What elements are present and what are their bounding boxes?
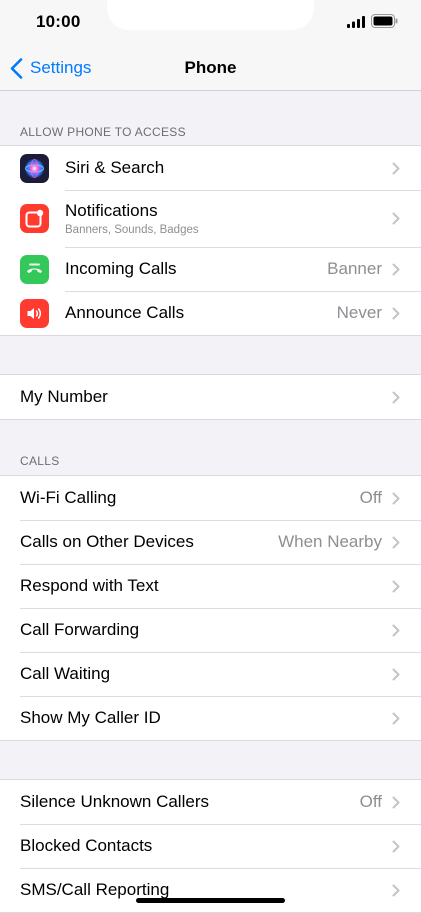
row-label: Wi-Fi Calling <box>20 488 117 507</box>
row-my-number[interactable]: My Number <box>0 375 421 419</box>
row-label: Blocked Contacts <box>20 836 153 855</box>
group-allow-access: Siri & Search Notifications Banners, Sou… <box>0 145 421 336</box>
chevron-right-icon <box>392 580 400 592</box>
chevron-right-icon <box>392 212 400 225</box>
row-show-my-caller-id[interactable]: Show My Caller ID <box>0 696 421 740</box>
chevron-right-icon <box>392 884 400 896</box>
row-label: Incoming Calls <box>65 259 177 278</box>
row-calls-on-other-devices[interactable]: Calls on Other Devices When Nearby <box>0 520 421 564</box>
row-sms-call-reporting[interactable]: SMS/Call Reporting <box>0 868 421 912</box>
row-label: Announce Calls <box>65 303 185 322</box>
chevron-right-icon <box>392 162 400 174</box>
row-label: SMS/Call Reporting <box>20 880 170 899</box>
group-blocking: Silence Unknown Callers Off Blocked Cont… <box>0 779 421 913</box>
cellular-signal-icon <box>347 16 365 28</box>
row-label: Siri & Search <box>65 158 165 177</box>
row-incoming-calls[interactable]: Incoming Calls Banner <box>0 247 421 291</box>
chevron-right-icon <box>392 307 400 319</box>
chevron-right-icon <box>392 263 400 275</box>
notch <box>107 0 314 30</box>
row-value: Never <box>336 303 382 322</box>
row-value: Off <box>359 792 382 811</box>
row-announce-calls[interactable]: Announce Calls Never <box>0 291 421 335</box>
row-label: Calls on Other Devices <box>20 532 194 551</box>
navigation-bar: Settings Phone <box>0 46 421 91</box>
row-silence-unknown-callers[interactable]: Silence Unknown Callers Off <box>0 780 421 824</box>
row-label: Notifications <box>65 201 158 220</box>
row-label: Respond with Text <box>20 576 159 595</box>
row-value: Off <box>359 488 382 507</box>
section-header-allow-access: ALLOW PHONE TO ACCESS <box>20 125 186 139</box>
incoming-calls-icon <box>20 254 49 284</box>
row-label: Silence Unknown Callers <box>20 792 209 811</box>
siri-icon <box>20 153 49 183</box>
row-call-forwarding[interactable]: Call Forwarding <box>0 608 421 652</box>
row-siri-search[interactable]: Siri & Search <box>0 146 421 190</box>
row-notifications[interactable]: Notifications Banners, Sounds, Badges <box>0 190 421 247</box>
home-indicator[interactable] <box>136 898 285 903</box>
row-call-waiting[interactable]: Call Waiting <box>0 652 421 696</box>
chevron-right-icon <box>392 391 400 403</box>
status-bar: 10:00 <box>0 0 421 46</box>
row-subtitle: Banners, Sounds, Badges <box>65 224 199 236</box>
row-label: My Number <box>20 387 108 406</box>
page-title: Phone <box>184 58 237 77</box>
row-value: When Nearby <box>278 532 382 551</box>
notifications-icon <box>20 204 49 233</box>
status-time: 10:00 <box>36 12 81 31</box>
row-blocked-contacts[interactable]: Blocked Contacts <box>0 824 421 868</box>
row-label: Call Forwarding <box>20 620 140 639</box>
group-calls: Wi-Fi Calling Off Calls on Other Devices… <box>0 475 421 741</box>
group-my-number: My Number <box>0 374 421 420</box>
row-label: Call Waiting <box>20 664 111 683</box>
row-label: Show My Caller ID <box>20 708 161 727</box>
row-respond-with-text[interactable]: Respond with Text <box>0 564 421 608</box>
announce-calls-icon <box>20 298 49 328</box>
chevron-right-icon <box>392 492 400 504</box>
chevron-right-icon <box>392 712 400 724</box>
chevron-right-icon <box>392 840 400 852</box>
battery-icon <box>371 14 398 28</box>
chevron-right-icon <box>392 668 400 680</box>
row-value: Banner <box>327 259 382 278</box>
chevron-right-icon <box>392 796 400 808</box>
chevron-right-icon <box>392 624 400 636</box>
section-header-calls: CALLS <box>20 454 60 468</box>
row-wifi-calling[interactable]: Wi-Fi Calling Off <box>0 476 421 520</box>
chevron-right-icon <box>392 536 400 548</box>
